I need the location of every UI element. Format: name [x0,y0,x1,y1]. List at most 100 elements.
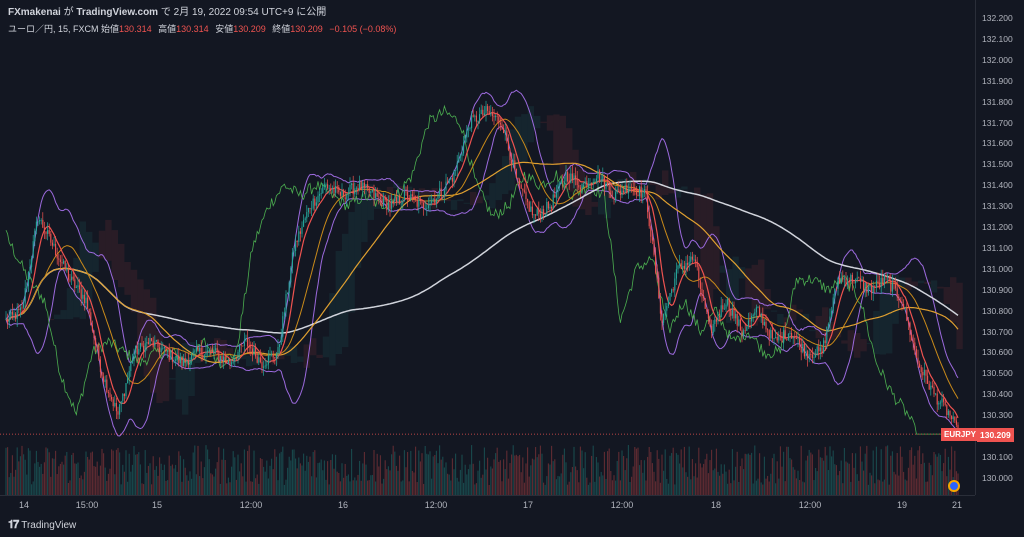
price-tick-label: 130.800 [982,305,1013,316]
candle-body [933,386,935,395]
candle-body [704,298,706,309]
cloud-segment [540,121,547,124]
candle [837,276,839,296]
volume-bar [691,459,693,495]
candle-body [863,280,865,290]
candle [357,183,359,195]
candle-body [144,343,146,353]
candle-body [896,288,898,297]
candle-body [224,356,226,361]
candle-body [779,335,781,337]
candle-body [351,183,353,185]
volume-bar [579,446,581,495]
candle-body [904,307,906,309]
candle [48,223,50,237]
cloud-segment [143,289,150,377]
volume-bar [552,461,554,495]
volume-bar [5,447,7,495]
tradingview-logo[interactable]: 𝟏𝟕 TradingView [8,519,76,532]
site-name[interactable]: TradingView.com [76,7,158,18]
volume-bar [240,463,242,495]
volume-bar [815,468,817,495]
volume-bar [637,447,639,495]
candle [93,329,95,345]
candle-body [600,179,602,182]
candle [245,334,247,343]
time-axis[interactable]: 14 15:00 15 12:00 16 12:00 17 12:00 18 12:00 19 21 [0,495,975,514]
cloud-segment [591,201,598,207]
candle [32,234,34,259]
candle [455,170,457,176]
volume-bar [511,454,513,495]
volume-bar [341,463,343,495]
volume-bar [544,484,546,495]
volume-bar [690,479,692,495]
candle [909,321,911,343]
volume-bar [442,456,444,495]
price-chart[interactable] [0,18,975,495]
candle-body [88,308,90,313]
chart-area[interactable] [0,18,975,495]
candle-body [722,305,724,310]
publisher-name[interactable]: FXmakenai [8,7,61,18]
candle-body [255,347,257,357]
candle-body [304,218,306,220]
target-icon[interactable] [948,480,960,492]
volume-bar [891,451,893,495]
candle [936,389,938,412]
price-axis[interactable]: 132.200 132.100 132.000 131.900 131.800 131.7… [975,0,1024,495]
volume-bar [42,473,44,495]
volume-bar [871,475,873,495]
volume-bar [159,457,161,495]
volume-bar [885,446,887,495]
volume-bar [173,468,175,495]
candle [738,315,740,327]
candle-body [311,208,313,210]
candle-body [603,175,605,189]
candle [53,236,55,247]
volume-bar [613,475,615,495]
volume-bar [751,452,753,495]
volume-bar [683,446,685,495]
candle [115,397,117,420]
candle-body [543,209,545,216]
candle-body [53,243,55,246]
volume-bar [328,484,330,495]
volume-bar [682,467,684,495]
volume-bar [479,460,481,495]
candle-body [45,231,47,234]
cloud-segment [489,183,496,209]
candle-body [535,214,537,216]
volume-bar [277,480,279,495]
candle [805,343,807,361]
volume-bar [527,447,529,495]
volume-bar [808,449,810,495]
candle-body [954,416,956,421]
volume-bar [133,446,135,495]
candle [480,104,482,115]
candle-body [875,280,877,288]
volume-bar [205,445,207,495]
candle [864,282,866,298]
volume-bar [775,483,777,495]
volume-bar [802,481,804,495]
candle-body [327,184,329,189]
candle [27,270,29,292]
candle-body [672,289,674,291]
volume-bar [483,447,485,495]
symbol-description[interactable]: ユーロ／円, 15, FXCM [8,24,99,34]
candle [290,266,292,288]
candle [720,297,722,318]
candle [938,400,940,410]
volume-bar [762,484,764,495]
volume-bar [701,467,703,495]
candle [939,400,941,409]
volume-bar [314,450,316,495]
candle [469,126,471,131]
candle-body [413,196,415,199]
close-label: 終値 [272,24,291,34]
volume-bar [66,451,68,495]
candle-body [451,178,453,182]
cloud-segment [521,114,528,163]
candle-body [365,184,367,187]
